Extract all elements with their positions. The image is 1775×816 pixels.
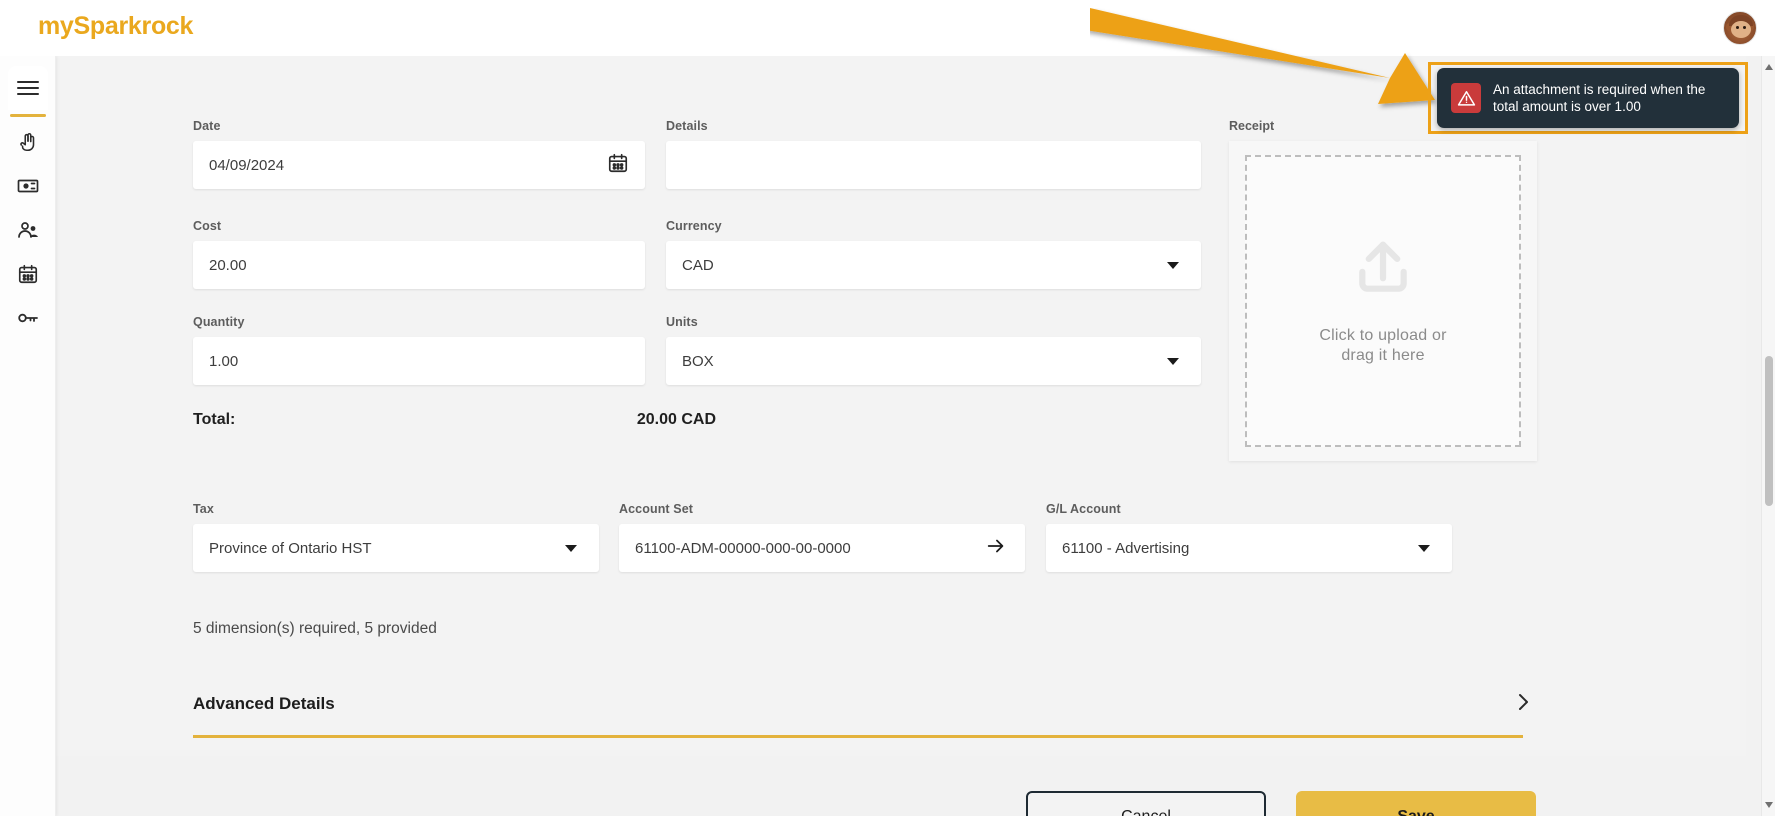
- chevron-down-icon: [1167, 262, 1179, 269]
- avatar-face: [1731, 21, 1751, 38]
- validation-tooltip: An attachment is required when the total…: [1437, 68, 1739, 128]
- receipt-upload-line1: Click to upload or: [1319, 326, 1446, 346]
- avatar[interactable]: [1723, 11, 1757, 45]
- main-content: Date 04/09/2024 Details Cos: [56, 56, 1761, 816]
- currency-select[interactable]: CAD: [666, 241, 1201, 289]
- chevron-down-icon: [1167, 358, 1179, 365]
- sidebar-menu-button[interactable]: [8, 66, 48, 110]
- quantity-input[interactable]: 1.00: [193, 337, 645, 385]
- tax-select[interactable]: Province of Ontario HST: [193, 524, 599, 572]
- save-button[interactable]: Save: [1296, 791, 1536, 816]
- vertical-scrollbar[interactable]: [1761, 56, 1775, 816]
- account-set-label: Account Set: [619, 502, 693, 516]
- total-value: 20.00 CAD: [566, 411, 716, 429]
- upload-icon: [1350, 237, 1416, 304]
- app-brand-logo: mySparkrock: [38, 12, 193, 41]
- tax-label: Tax: [193, 502, 214, 516]
- people-icon: [16, 218, 40, 242]
- tax-value: Province of Ontario HST: [209, 540, 372, 557]
- hamburger-icon: [17, 77, 39, 99]
- sidebar-item-people[interactable]: [0, 208, 56, 252]
- cost-label: Cost: [193, 219, 221, 233]
- account-set-input[interactable]: 61100-ADM-00000-000-00-0000: [619, 524, 1025, 572]
- units-value: BOX: [682, 353, 714, 370]
- total-label: Total:: [193, 411, 235, 429]
- quantity-label: Quantity: [193, 315, 245, 329]
- advanced-details-divider: [193, 735, 1523, 738]
- sidebar: [0, 56, 56, 816]
- currency-value: CAD: [682, 257, 714, 274]
- sidebar-item-payroll[interactable]: [0, 164, 56, 208]
- advanced-details-title[interactable]: Advanced Details: [193, 694, 335, 714]
- gl-account-select[interactable]: 61100 - Advertising: [1046, 524, 1452, 572]
- dimension-note: 5 dimension(s) required, 5 provided: [193, 620, 437, 638]
- date-input[interactable]: 04/09/2024: [193, 141, 645, 189]
- avatar-eye-right: [1743, 26, 1746, 29]
- arrow-right-icon[interactable]: [985, 535, 1007, 561]
- expense-form: Date 04/09/2024 Details Cos: [56, 56, 1746, 756]
- cash-banknote-icon: [16, 174, 40, 198]
- quantity-value: 1.00: [209, 353, 238, 370]
- top-bar: mySparkrock: [0, 0, 1775, 56]
- key-icon: [16, 306, 40, 330]
- sidebar-item-self-service[interactable]: [0, 120, 56, 164]
- receipt-upload-text: Click to upload or drag it here: [1319, 326, 1446, 366]
- scroll-down-arrow-icon[interactable]: [1765, 802, 1773, 808]
- details-input[interactable]: [666, 141, 1201, 189]
- gl-account-value: 61100 - Advertising: [1062, 540, 1189, 557]
- tooltip-message: An attachment is required when the total…: [1493, 81, 1725, 116]
- calendar-icon[interactable]: [607, 152, 629, 178]
- receipt-label: Receipt: [1229, 119, 1274, 133]
- scroll-up-arrow-icon[interactable]: [1765, 64, 1773, 70]
- sidebar-nav: [0, 120, 56, 340]
- details-label: Details: [666, 119, 708, 133]
- chevron-down-icon: [565, 545, 577, 552]
- sidebar-item-security[interactable]: [0, 296, 56, 340]
- avatar-eye-left: [1736, 26, 1739, 29]
- warning-triangle-icon: [1451, 83, 1481, 113]
- scrollbar-thumb[interactable]: [1765, 356, 1773, 506]
- calendar-icon: [17, 263, 39, 285]
- hand-pointer-icon: [17, 131, 39, 153]
- date-value: 04/09/2024: [209, 157, 284, 174]
- units-select[interactable]: BOX: [666, 337, 1201, 385]
- currency-label: Currency: [666, 219, 722, 233]
- cancel-button[interactable]: Cancel: [1026, 791, 1266, 816]
- units-label: Units: [666, 315, 698, 329]
- cost-value: 20.00: [209, 257, 247, 274]
- receipt-card: Click to upload or drag it here: [1229, 141, 1537, 461]
- receipt-dropzone[interactable]: Click to upload or drag it here: [1245, 155, 1521, 447]
- account-set-value: 61100-ADM-00000-000-00-0000: [635, 540, 851, 557]
- chevron-right-icon[interactable]: [1511, 690, 1535, 719]
- cost-input[interactable]: 20.00: [193, 241, 645, 289]
- receipt-upload-line2: drag it here: [1319, 346, 1446, 366]
- sidebar-item-calendar[interactable]: [0, 252, 56, 296]
- chevron-down-icon: [1418, 545, 1430, 552]
- gl-account-label: G/L Account: [1046, 502, 1121, 516]
- date-label: Date: [193, 119, 221, 133]
- sidebar-accent-divider: [10, 114, 46, 117]
